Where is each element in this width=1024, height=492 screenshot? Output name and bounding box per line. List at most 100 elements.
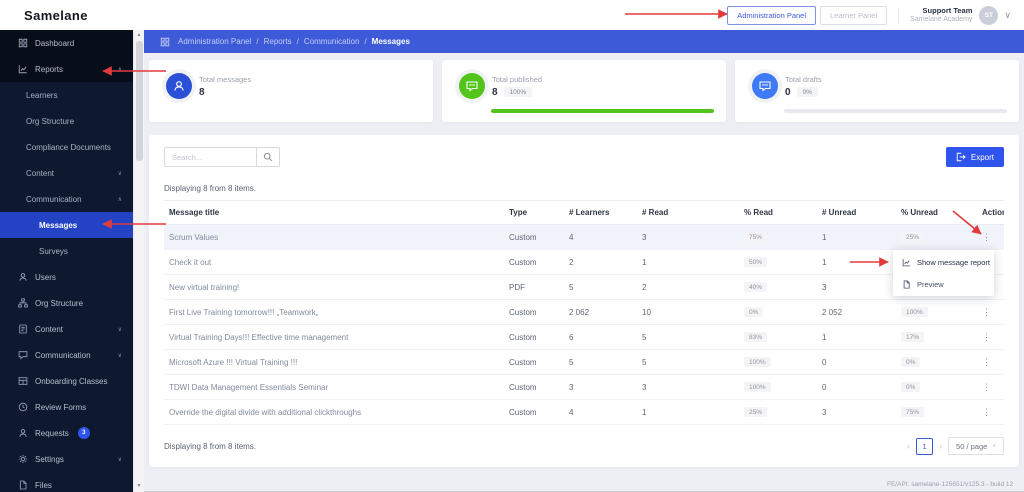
sidebar-item-communication-report[interactable]: Communication ∧ [0, 186, 133, 212]
menu-item-show-message-report[interactable]: Show message report [893, 251, 994, 273]
avatar[interactable]: ST [979, 5, 999, 25]
search-input[interactable] [164, 147, 256, 167]
row-actions-menu-icon[interactable]: ⋮ [982, 407, 991, 417]
breadcrumb-reports[interactable]: Reports [264, 37, 292, 46]
breadcrumb-administration-panel[interactable]: Administration Panel [178, 37, 251, 46]
sidebar-item-files[interactable]: Files [0, 472, 133, 492]
chevron-up-icon: ∧ [117, 196, 122, 203]
sidebar-item-users[interactable]: Users [0, 264, 133, 290]
sidebar-item-dashboard[interactable]: Dashboard [0, 30, 133, 56]
sidebar-item-learners[interactable]: Learners [0, 82, 133, 108]
cell-type: Custom [504, 299, 564, 325]
cell-learners: 5 [564, 274, 637, 300]
breadcrumb-separator: / [364, 37, 367, 46]
sidebar-item-label: Communication [26, 194, 82, 204]
sidebar-item-label: Onboarding Classes [35, 376, 108, 386]
cell-title: Override the digital divide with additio… [164, 399, 504, 425]
chevron-down-icon: ∨ [117, 170, 122, 177]
table-row[interactable]: Virtual Training Days!!! Effective time … [164, 324, 1004, 350]
next-page-icon[interactable]: › [939, 441, 942, 451]
file-icon [902, 279, 911, 289]
sidebar-scrollbar[interactable]: ▲ ▼ [133, 30, 144, 492]
col-read: # Read [637, 200, 739, 225]
search-box [164, 147, 280, 167]
table-row[interactable]: TDWI Data Management Essentials Seminar … [164, 374, 1004, 400]
sidebar-item-review-forms[interactable]: Review Forms [0, 394, 133, 420]
page-size-select[interactable]: 50 / page ∨ [948, 437, 1004, 455]
cell-unread: 0 [817, 349, 896, 375]
pct-read-badge: 25% [744, 407, 768, 418]
col-message-title: Message title [164, 200, 504, 225]
learner-panel-button[interactable]: Learner Panel [820, 5, 888, 25]
samelane-logo: Samelane [24, 7, 88, 23]
sidebar-item-label: Org Structure [26, 116, 75, 126]
toolbar: Export [164, 147, 1004, 167]
col-type: Type [504, 200, 564, 225]
sidebar-item-org-structure-report[interactable]: Org Structure [0, 108, 133, 134]
row-actions-menu-icon[interactable]: ⋮ [982, 357, 991, 367]
sidebar-item-label: Settings [35, 454, 64, 464]
sidebar-item-org-structure[interactable]: Org Structure [0, 290, 133, 316]
stat-card-total-messages: Total messages 8 [149, 60, 433, 122]
stat-card-total-drafts: Total drafts 0 0% [735, 60, 1019, 122]
scroll-down-icon[interactable]: ▼ [137, 481, 142, 492]
col-actions: Actions [977, 200, 1004, 225]
table-row[interactable]: Check it out Custom 2 1 50% 1 ⋮ [164, 249, 1004, 275]
pct-read-badge: 100% [744, 357, 771, 368]
sidebar-item-content-report[interactable]: Content ∨ [0, 160, 133, 186]
sidebar-item-compliance-documents[interactable]: Compliance Documents [0, 134, 133, 160]
stat-icon-ring [455, 69, 489, 103]
top-header: Samelane Administration Panel Learner Pa… [0, 0, 1024, 30]
table-row[interactable]: Microsoft Azure !!! Virtual Training !!!… [164, 349, 1004, 375]
dashboard-icon [18, 38, 28, 48]
gear-icon [18, 454, 28, 464]
user-icon [18, 272, 28, 282]
sidebar-item-communication[interactable]: Communication ∨ [0, 342, 133, 368]
scroll-up-icon[interactable]: ▲ [137, 30, 142, 41]
sidebar-item-label: Learners [26, 90, 58, 100]
scrollbar-thumb[interactable] [135, 41, 143, 161]
administration-panel-button[interactable]: Administration Panel [727, 5, 817, 25]
row-actions-menu-icon[interactable]: ⋮ [982, 232, 991, 242]
row-actions-menu-icon[interactable]: ⋮ [982, 307, 991, 317]
table-footer: Displaying 8 from 8 items. ‹ 1 › 50 / pa… [164, 437, 1004, 455]
sidebar-item-content[interactable]: Content ∨ [0, 316, 133, 342]
stat-label: Total messages [199, 74, 252, 84]
table-row[interactable]: Scrum Values Custom 4 3 75% 1 25% ⋮ [164, 224, 1004, 250]
table-row[interactable]: Override the digital divide with additio… [164, 399, 1004, 425]
messages-panel: Export Displaying 8 from 8 items. Messag… [149, 135, 1019, 467]
row-actions-menu-icon[interactable]: ⋮ [982, 332, 991, 342]
row-actions-menu-icon[interactable]: ⋮ [982, 382, 991, 392]
displaying-count-bottom: Displaying 8 from 8 items. [164, 441, 257, 451]
sidebar-item-settings[interactable]: Settings ∨ [0, 446, 133, 472]
cell-unread: 2 052 [817, 299, 896, 325]
chevron-down-icon[interactable]: ∨ [1004, 10, 1011, 21]
sidebar-item-onboarding-classes[interactable]: Onboarding Classes [0, 368, 133, 394]
document-icon [18, 324, 28, 334]
chat-icon [18, 350, 28, 360]
sidebar-item-surveys[interactable]: Surveys [0, 238, 133, 264]
menu-item-preview[interactable]: Preview [893, 273, 994, 295]
sidebar-item-requests[interactable]: Requests 3 [0, 420, 133, 446]
prev-page-icon[interactable]: ‹ [907, 441, 910, 451]
table-row[interactable]: First Live Training tomorrow!!! „Teamwor… [164, 299, 1004, 325]
col-pct-unread: % Unread [896, 200, 977, 225]
sidebar-item-messages[interactable]: Messages [0, 212, 133, 238]
cell-unread: 3 [817, 274, 896, 300]
user-menu[interactable]: Support Team Samelane Academy [910, 6, 972, 25]
sidebar-item-reports[interactable]: Reports ∧ [0, 56, 133, 82]
breadcrumb-communication[interactable]: Communication [304, 37, 360, 46]
messages-table: Message title Type # Learners # Read % R… [164, 200, 1004, 425]
pct-read-badge: 83% [744, 332, 768, 343]
breadcrumb-messages: Messages [371, 37, 410, 46]
search-button[interactable] [256, 147, 280, 167]
cell-title: New virtual training! [164, 274, 504, 300]
table-row[interactable]: New virtual training! PDF 5 2 40% 3 ⋮ [164, 274, 1004, 300]
sidebar-item-label: Review Forms [35, 402, 87, 412]
page-number[interactable]: 1 [916, 437, 934, 455]
cell-unread: 0 [817, 374, 896, 400]
cell-learners: 4 [564, 399, 637, 425]
sidebar-item-label: Content [35, 324, 64, 334]
stat-value: 8 [199, 86, 205, 98]
export-button[interactable]: Export [945, 147, 1004, 167]
